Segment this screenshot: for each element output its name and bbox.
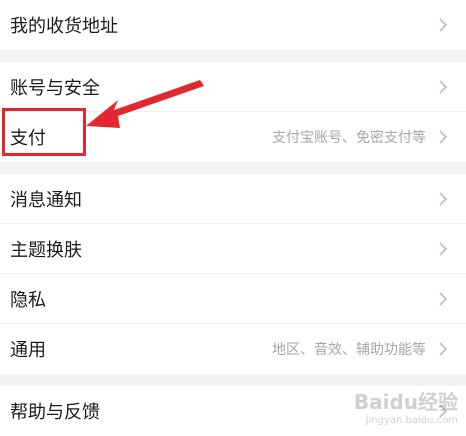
section-gap [0, 162, 466, 174]
chevron-right-icon [436, 190, 450, 208]
settings-item-subtitle: 支付宝账号、免密支付等 [272, 130, 426, 146]
watermark-brand: Baidu经验 [353, 390, 458, 414]
settings-item-label: 支付 [10, 128, 46, 149]
watermark-url: jingyan.baidu.com [365, 415, 458, 426]
settings-item-label: 消息通知 [10, 189, 82, 211]
settings-item-label: 账号与安全 [10, 77, 100, 99]
settings-group-account: 账号与安全 支付 支付宝账号、免密支付等 [0, 62, 466, 162]
settings-group-address: 我的收货地址 [0, 0, 466, 50]
settings-item-label: 我的收货地址 [10, 16, 118, 37]
chevron-right-icon [436, 128, 450, 146]
chevron-right-icon [436, 240, 450, 258]
section-gap [0, 50, 466, 62]
settings-item-account-security[interactable]: 账号与安全 [0, 62, 466, 112]
settings-item-notifications[interactable]: 消息通知 [0, 174, 466, 224]
settings-item-subtitle: 地区、音效、辅助功能等 [272, 342, 426, 358]
settings-item-label: 通用 [10, 340, 46, 361]
settings-item-privacy[interactable]: 隐私 [0, 274, 466, 324]
settings-item-label: 隐私 [10, 289, 46, 311]
settings-item-label: 主题换肤 [10, 239, 82, 261]
chevron-right-icon [436, 290, 450, 308]
settings-item-payment[interactable]: 支付 支付宝账号、免密支付等 [0, 112, 466, 162]
settings-item-address[interactable]: 我的收货地址 [0, 0, 466, 50]
settings-group-general: 消息通知 主题换肤 隐私 通用 地区、音效、辅助功能等 [0, 174, 466, 374]
watermark-logo: Baidu经验 jingyan.baidu.com [354, 386, 458, 426]
chevron-right-icon [436, 340, 450, 358]
settings-item-theme[interactable]: 主题换肤 [0, 224, 466, 274]
section-gap [0, 374, 466, 386]
settings-item-general[interactable]: 通用 地区、音效、辅助功能等 [0, 324, 466, 374]
chevron-right-icon [436, 16, 450, 34]
chevron-right-icon [436, 78, 450, 96]
